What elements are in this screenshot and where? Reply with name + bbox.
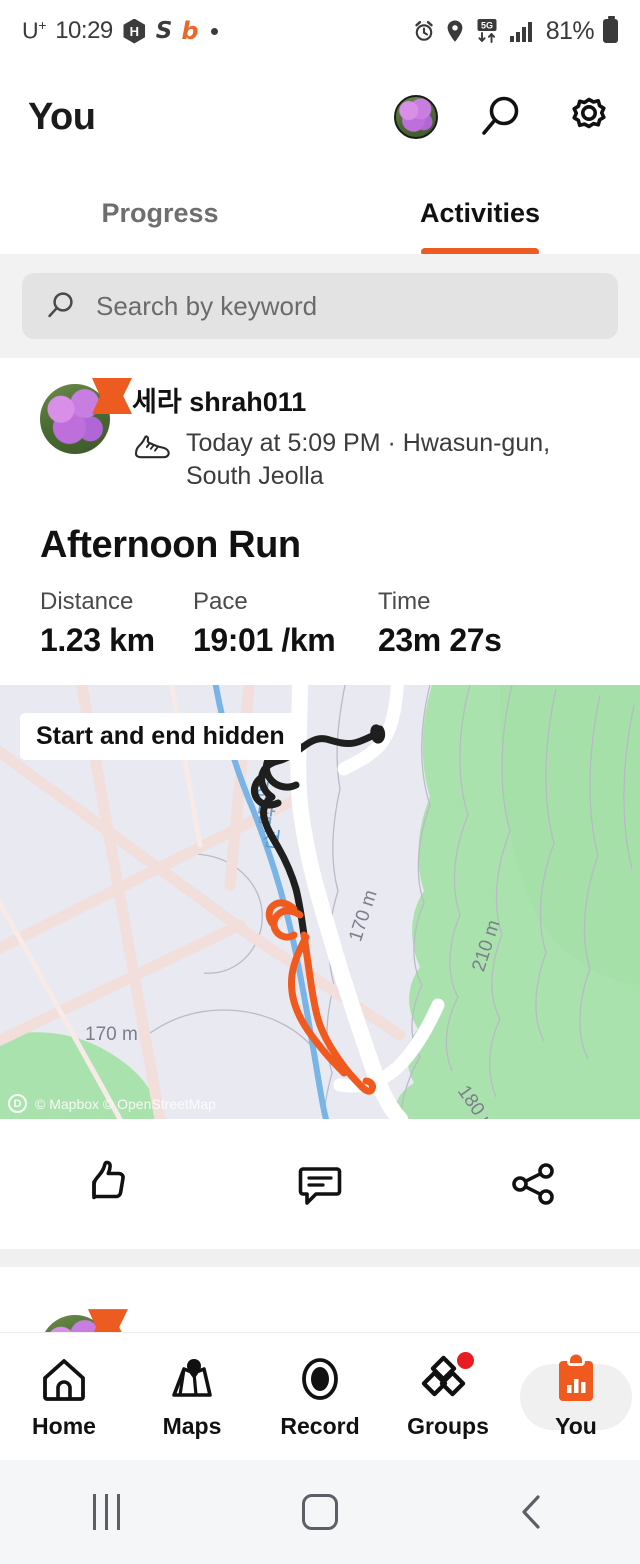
groups-icon-box bbox=[420, 1351, 476, 1404]
feed-divider bbox=[0, 1249, 640, 1268]
post-meta: 세라 shrah011 Today at 5:09 PM · Hwasun-gu… bbox=[132, 384, 612, 494]
clock-label: 10:29 bbox=[55, 17, 113, 44]
tab-activities[interactable]: Activities bbox=[320, 172, 640, 256]
author-name-kr: 세라 bbox=[132, 387, 182, 417]
search-section: Search by keyword bbox=[0, 254, 640, 358]
share-button[interactable] bbox=[427, 1153, 640, 1215]
stat-value: 23m 27s bbox=[378, 622, 502, 659]
tab-activities-label: Activities bbox=[419, 197, 541, 228]
nav-item-maps[interactable]: Maps bbox=[128, 1354, 256, 1440]
post-avatar[interactable] bbox=[40, 378, 132, 454]
tab-bar: Progress Activities bbox=[0, 172, 640, 256]
hexagon-h-icon: H bbox=[122, 18, 147, 44]
stat-value: 19:01 /km bbox=[193, 622, 336, 659]
clipboard-icon bbox=[559, 1354, 593, 1401]
author-handle: shrah011 bbox=[189, 387, 307, 417]
stat-time: Time 23m 27s bbox=[378, 587, 502, 659]
record-icon bbox=[302, 1357, 338, 1400]
running-shoe-icon bbox=[134, 435, 170, 458]
post-subtitle: Today at 5:09 PM · Hwasun-gun, South Jeo… bbox=[186, 428, 551, 491]
app-header: You bbox=[0, 62, 640, 172]
b-app-icon: b bbox=[181, 17, 199, 45]
thumbs-up-icon bbox=[91, 1160, 125, 1200]
carrier-sup: + bbox=[38, 17, 47, 34]
activity-card: 세라 shrah011 Today at 5:09 PM · Hwasun-gu… bbox=[0, 358, 640, 1388]
like-button[interactable] bbox=[0, 1153, 213, 1215]
post-author[interactable]: 세라 shrah011 bbox=[132, 386, 612, 420]
share-icon bbox=[512, 1163, 555, 1205]
comment-button[interactable] bbox=[213, 1153, 426, 1215]
search-input[interactable]: Search by keyword bbox=[22, 273, 618, 339]
nav-label: Record bbox=[280, 1412, 360, 1439]
nav-label: Groups bbox=[407, 1412, 489, 1439]
mapbox-logo-icon: D bbox=[8, 1094, 27, 1114]
activity-map[interactable]: 외 남 천 170 m 210 m 180 m 170 m Start and … bbox=[0, 685, 640, 1120]
settings-gear-icon[interactable] bbox=[564, 92, 614, 142]
recents-button[interactable] bbox=[0, 1494, 213, 1530]
header-actions bbox=[394, 92, 614, 142]
home-icon-box bbox=[36, 1354, 92, 1404]
svg-text:5G: 5G bbox=[481, 21, 493, 31]
search-icon bbox=[48, 292, 73, 318]
nav-label: Home bbox=[32, 1412, 96, 1439]
tab-progress-label: Progress bbox=[101, 197, 219, 228]
back-button[interactable] bbox=[427, 1492, 640, 1532]
bottom-navigation: Home Maps Record Groups You bbox=[0, 1332, 640, 1460]
signal-bars-icon bbox=[509, 22, 532, 42]
back-chevron-icon bbox=[522, 1495, 540, 1529]
flag-icon bbox=[92, 378, 132, 414]
tab-progress[interactable]: Progress bbox=[0, 172, 320, 254]
recents-icon bbox=[93, 1494, 121, 1530]
activity-stats: Distance 1.23 km Pace 19:01 /km Time 23m… bbox=[0, 567, 640, 685]
home-button[interactable] bbox=[213, 1494, 426, 1530]
stat-distance: Distance 1.23 km bbox=[40, 587, 193, 659]
carrier-label: U+ bbox=[22, 17, 47, 44]
activity-title[interactable]: Afternoon Run bbox=[0, 494, 640, 567]
record-icon-box bbox=[292, 1354, 348, 1404]
map-attribution: D © Mapbox © OpenStreetMap bbox=[8, 1094, 216, 1114]
system-navigation-bar bbox=[0, 1460, 640, 1564]
nav-item-home[interactable]: Home bbox=[0, 1354, 128, 1440]
alarm-icon bbox=[415, 21, 433, 41]
nav-item-you[interactable]: You bbox=[512, 1354, 640, 1440]
5g-data-icon: 5G bbox=[477, 19, 497, 43]
status-bar-left: U+ 10:29 H S b bbox=[22, 17, 218, 45]
phone-screen: U+ 10:29 H S b 5G 81% You Progress Activ… bbox=[0, 0, 640, 1564]
profile-avatar[interactable] bbox=[394, 95, 438, 139]
nav-item-groups[interactable]: Groups bbox=[384, 1351, 512, 1440]
notification-badge bbox=[457, 1351, 474, 1369]
clipboard-icon-box bbox=[548, 1354, 604, 1404]
nav-label: You bbox=[555, 1412, 597, 1439]
home-square-icon bbox=[301, 1494, 338, 1530]
battery-icon bbox=[603, 16, 618, 43]
page-title: You bbox=[28, 95, 96, 138]
maps-icon bbox=[172, 1358, 212, 1397]
home-icon bbox=[43, 1358, 85, 1401]
nav-item-record[interactable]: Record bbox=[256, 1354, 384, 1440]
search-placeholder: Search by keyword bbox=[96, 290, 318, 321]
stat-pace: Pace 19:01 /km bbox=[193, 587, 378, 659]
nav-label: Maps bbox=[162, 1412, 222, 1439]
search-icon[interactable] bbox=[476, 92, 526, 142]
post-action-bar bbox=[0, 1119, 640, 1250]
post-header: 세라 shrah011 Today at 5:09 PM · Hwasun-gu… bbox=[0, 358, 640, 494]
status-bar: U+ 10:29 H S b 5G 81% bbox=[0, 0, 640, 62]
map-attribution-text: © Mapbox © OpenStreetMap bbox=[35, 1095, 216, 1112]
stat-label: Time bbox=[378, 587, 431, 615]
stat-value: 1.23 km bbox=[40, 622, 155, 659]
map-privacy-badge: Start and end hidden bbox=[20, 713, 301, 761]
svg-text:170 m: 170 m bbox=[85, 1024, 138, 1045]
status-bar-right: 5G 81% bbox=[412, 16, 618, 46]
location-icon bbox=[447, 20, 463, 42]
stat-label: Distance bbox=[40, 587, 134, 615]
battery-percent-label: 81% bbox=[545, 16, 595, 45]
comment-icon bbox=[298, 1167, 342, 1205]
post-subtitle-row: Today at 5:09 PM · Hwasun-gun, South Jeo… bbox=[132, 427, 612, 494]
stat-label: Pace bbox=[193, 587, 248, 615]
s-app-icon: S bbox=[155, 17, 173, 44]
maps-icon-box bbox=[164, 1354, 220, 1404]
dot-icon bbox=[210, 27, 218, 35]
